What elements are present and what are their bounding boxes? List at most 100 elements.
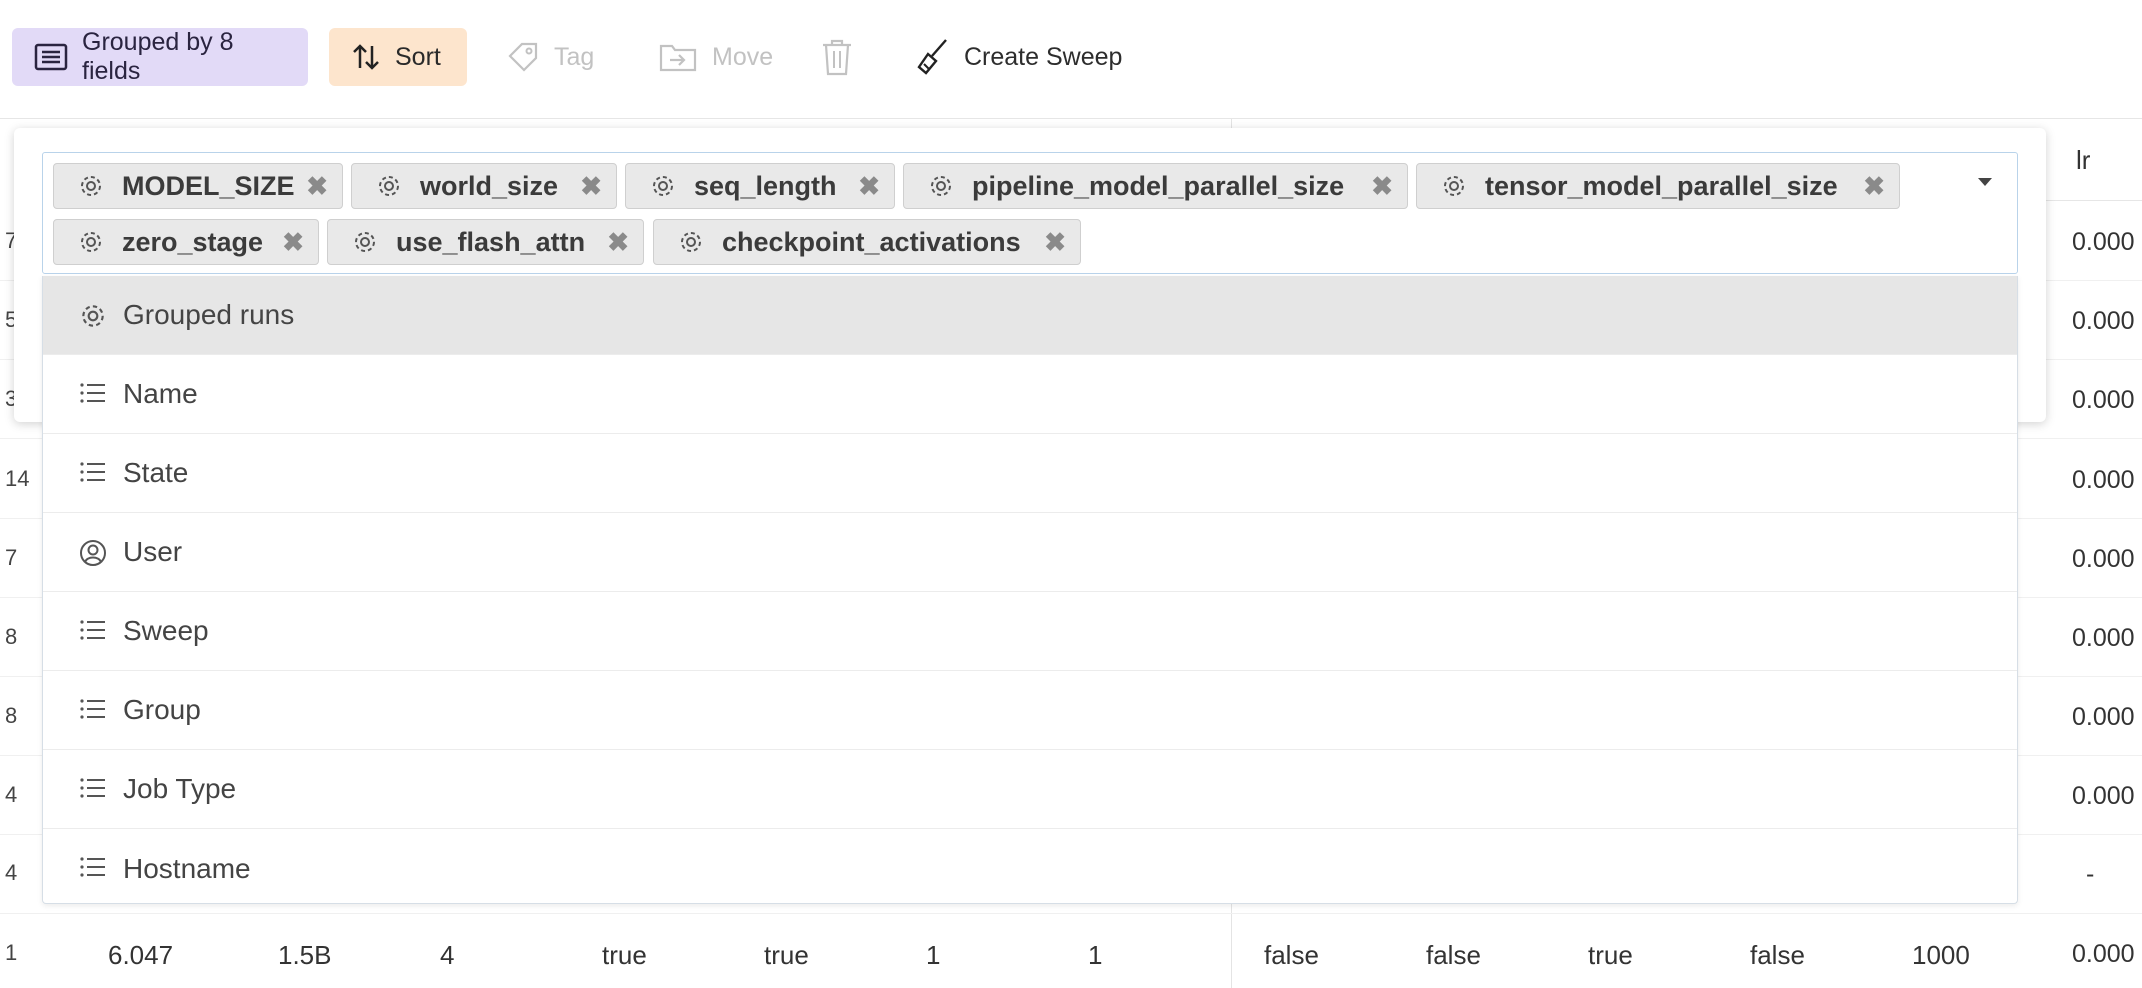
lr-cell: 0.000 — [2072, 466, 2135, 494]
chip-label: world_size — [420, 170, 559, 201]
group-chip[interactable]: zero_stage ✖ — [53, 219, 319, 265]
group-chip[interactable]: tensor_model_parallel_size ✖ — [1416, 163, 1900, 209]
remove-chip-icon[interactable]: ✖ — [607, 227, 629, 258]
cell: true — [1588, 940, 1633, 970]
group-field-dropdown: Grouped runs Name State User Sweep Group… — [42, 276, 2018, 904]
lr-cell: 0.000 — [2072, 940, 2135, 968]
list-icon — [80, 383, 105, 403]
option-label: Grouped runs — [123, 299, 295, 330]
cell: true — [602, 940, 647, 970]
remove-chip-icon[interactable]: ✖ — [1371, 171, 1393, 202]
list-icon — [80, 857, 105, 877]
lr-cell: 0.000 — [2072, 782, 2135, 810]
lr-cell: 0.000 — [2072, 545, 2135, 573]
lr-cell: - — [2086, 860, 2095, 888]
list-icon — [80, 462, 105, 482]
delete-button[interactable] — [820, 28, 854, 86]
list-box-icon — [34, 43, 68, 71]
move-button[interactable]: Move — [658, 28, 773, 86]
trash-icon — [823, 39, 851, 76]
gear-icon — [379, 176, 399, 196]
chip-label: checkpoint_activations — [722, 226, 1021, 257]
remove-chip-icon[interactable]: ✖ — [1044, 227, 1066, 258]
remove-chip-icon[interactable]: ✖ — [580, 171, 602, 202]
gear-icon — [81, 232, 101, 252]
cell: 1.5B — [278, 940, 332, 970]
lr-cell: 0.000 — [2072, 386, 2135, 414]
list-icon — [80, 699, 105, 719]
lr-cell: 0.000 — [2072, 703, 2135, 731]
lr-cell: 0.000 — [2072, 228, 2135, 256]
chip-label: seq_length — [694, 170, 837, 201]
move-label: Move — [712, 42, 774, 71]
sort-arrows-icon — [353, 44, 379, 70]
group-chip[interactable]: pipeline_model_parallel_size ✖ — [903, 163, 1408, 209]
option-label: Name — [123, 378, 198, 409]
option-label: User — [123, 536, 183, 567]
option-label: Hostname — [123, 852, 251, 884]
chip-label: MODEL_SIZE — [122, 170, 295, 201]
broom-icon — [917, 39, 947, 75]
dropdown-option-state[interactable]: State — [43, 434, 2017, 513]
cell: 1 — [1088, 940, 1103, 970]
gear-icon — [681, 232, 701, 252]
dropdown-option-name[interactable]: Name — [43, 355, 2017, 434]
chip-label: tensor_model_parallel_size — [1485, 170, 1838, 201]
sort-label: Sort — [395, 42, 441, 71]
cell: 6.047 — [108, 940, 174, 970]
tag-icon — [508, 42, 538, 72]
remove-chip-icon[interactable]: ✖ — [282, 227, 304, 258]
group-chip[interactable]: use_flash_attn ✖ — [327, 219, 644, 265]
remove-chip-icon[interactable]: ✖ — [306, 171, 328, 202]
gear-icon — [355, 232, 375, 252]
gear-icon — [1444, 176, 1464, 196]
chip-label: pipeline_model_parallel_size — [972, 170, 1345, 201]
dropdown-option-job-type[interactable]: Job Type — [43, 750, 2017, 829]
row-count: 1 — [5, 940, 18, 965]
remove-chip-icon[interactable]: ✖ — [1863, 171, 1885, 202]
cell: true — [764, 940, 809, 970]
remove-chip-icon[interactable]: ✖ — [858, 171, 880, 202]
move-folder-icon — [659, 44, 697, 72]
chip-label: zero_stage — [122, 226, 264, 257]
create-sweep-button[interactable]: Create Sweep — [916, 28, 1122, 86]
group-chip[interactable]: MODEL_SIZE ✖ — [53, 163, 343, 209]
gear-icon — [653, 176, 673, 196]
user-icon — [80, 540, 106, 566]
cell: false — [1426, 940, 1481, 970]
dropdown-option-user[interactable]: User — [43, 513, 2017, 592]
sort-button[interactable]: Sort — [329, 28, 467, 86]
dropdown-option-grouped-runs[interactable]: Grouped runs — [43, 276, 2017, 355]
gear-icon — [81, 176, 101, 196]
lr-column-header[interactable]: lr — [2076, 145, 2090, 176]
gear-icon — [931, 176, 951, 196]
group-chip[interactable]: seq_length ✖ — [625, 163, 895, 209]
cell: 4 — [440, 940, 455, 970]
chip-label: use_flash_attn — [396, 226, 586, 257]
tag-button[interactable]: Tag — [506, 28, 594, 86]
option-label: Job Type — [123, 773, 237, 804]
group-chip[interactable]: checkpoint_activations ✖ — [653, 219, 1081, 265]
group-chip[interactable]: world_size ✖ — [351, 163, 617, 209]
chevron-down-icon[interactable] — [1978, 178, 1992, 186]
dropdown-option-sweep[interactable]: Sweep — [43, 592, 2017, 671]
cell: false — [1750, 940, 1805, 970]
tag-label: Tag — [554, 42, 595, 71]
grouped-by-label: Grouped by 8 fields — [82, 28, 234, 85]
row-divider — [0, 913, 2142, 914]
option-label: State — [123, 457, 189, 488]
lr-cell: 0.000 — [2072, 624, 2135, 652]
grouped-by-button[interactable]: Grouped by 8 fields — [12, 28, 308, 86]
dropdown-option-group[interactable]: Group — [43, 671, 2017, 750]
lr-cell: 0.000 — [2072, 307, 2135, 335]
list-icon — [80, 620, 105, 640]
gear-icon — [82, 305, 104, 327]
cell: 1 — [926, 940, 941, 970]
create-sweep-label: Create Sweep — [964, 42, 1123, 71]
toolbar: Grouped by 8 fields Sort Tag Move Create… — [0, 0, 2142, 119]
option-label: Sweep — [123, 615, 209, 646]
list-icon — [80, 778, 105, 798]
dropdown-option-hostname[interactable]: Hostname — [43, 829, 2017, 903]
cell: false — [1264, 940, 1319, 970]
option-label: Group — [123, 694, 201, 725]
